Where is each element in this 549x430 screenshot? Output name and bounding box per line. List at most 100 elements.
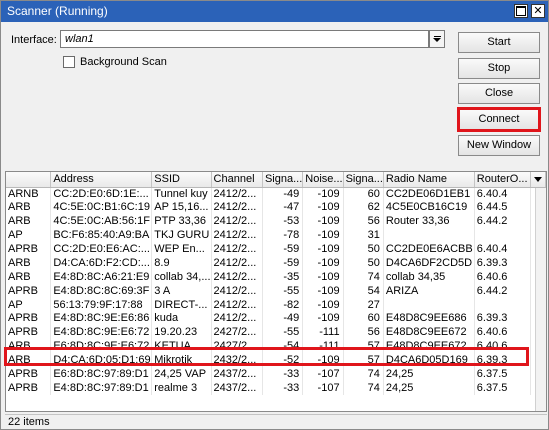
table-cell: ARIZA	[383, 284, 475, 299]
column-header[interactable]: Signa...	[262, 172, 304, 188]
table-header: Address SSID Channel Signa... Noise... Signa.…	[6, 172, 546, 188]
table-cell: 6.40.4	[474, 242, 531, 257]
table-cell: D4CA6D05D169	[383, 353, 475, 368]
table-row[interactable]: ARB E6:8D:8C:9E:E6:72 KETUA 2427/2... -54 -11…	[6, 339, 546, 354]
maximize-icon[interactable]	[514, 4, 528, 18]
table-cell: 60	[343, 312, 384, 326]
table-cell: -49	[262, 312, 304, 326]
table-cell	[474, 228, 531, 243]
table-cell: Mikrotik	[151, 353, 212, 368]
column-header[interactable]: RouterO...	[474, 172, 531, 188]
table-cell: D4CA6DF2CD5D	[383, 256, 475, 271]
table-cell: APRB	[6, 367, 52, 382]
table-row[interactable]: ARB D4:CA:6D:F2:CD:... 8.9 2412/2... -59 -109…	[6, 256, 546, 271]
table-row[interactable]: APRB E6:8D:8C:97:89:D1 24,25 VAP 2437/2... -…	[6, 367, 546, 382]
vertical-scrollbar[interactable]	[535, 188, 546, 411]
table-cell: E4:8D:8C:97:89:D1	[50, 381, 153, 396]
table-cell: E4:8D:8C:9E:E6:72	[50, 325, 153, 340]
table-cell: 74	[343, 381, 384, 396]
table-cell: 2432/2...	[211, 353, 263, 368]
table-row[interactable]: APRB CC:2D:E0:E6:AC:... WEP En... 2412/2...…	[6, 242, 546, 257]
column-header[interactable]: Radio Name	[383, 172, 475, 188]
table-row[interactable]: APRB E4:8D:8C:97:89:D1 realme 3 2437/2... -3…	[6, 381, 546, 396]
title-bar[interactable]: Scanner (Running) ✕	[1, 1, 548, 22]
table-row[interactable]: APRB E4:8D:8C:8C:69:3F 3 A 2412/2... -55 -109…	[6, 284, 546, 299]
table-cell: 2427/2...	[211, 325, 263, 340]
table-cell: 6.39.3	[474, 353, 531, 368]
column-header[interactable]: Noise...	[302, 172, 344, 188]
table-cell: 74	[343, 367, 384, 382]
column-menu-icon[interactable]	[530, 172, 546, 188]
table-cell: 74	[343, 270, 384, 285]
table-cell: 4C5E0CB16C19	[383, 200, 475, 215]
interface-dropdown-icon[interactable]	[429, 30, 445, 48]
table-row[interactable]: AP 56:13:79:9F:17:88 DIRECT-... 2412/2... -8…	[6, 298, 546, 313]
column-header[interactable]: Signa...	[343, 172, 384, 188]
table-cell	[474, 298, 531, 313]
background-scan-checkbox[interactable]	[63, 56, 75, 68]
interface-select[interactable]: wlan1	[60, 30, 429, 48]
table-cell: 2412/2...	[211, 187, 263, 201]
table-cell: -107	[302, 381, 344, 396]
table-cell: 24,25	[383, 367, 475, 382]
stop-button[interactable]: Stop	[458, 58, 540, 79]
table-cell: 62	[343, 200, 384, 215]
table-cell: kuda	[151, 312, 212, 326]
table-cell: APRB	[6, 312, 52, 326]
table-cell: E48D8C9EE686	[383, 312, 475, 326]
table-cell: collab 34,...	[151, 270, 212, 285]
table-cell: 3 A	[151, 284, 212, 299]
table-row[interactable]: ARB 4C:5E:0C:B1:6C:19 AP 15,16... 2412/2...…	[6, 200, 546, 215]
table-row[interactable]: ARNB CC:2D:E0:6D:1E:... Tunnel kuy 2412/2..…	[6, 187, 546, 201]
table-cell: ARB	[6, 270, 52, 285]
table-cell: -52	[262, 353, 304, 368]
table-cell: AP 15,16...	[151, 200, 212, 215]
table-cell: 50	[343, 242, 384, 257]
table-cell: E6:8D:8C:97:89:D1	[50, 367, 153, 382]
column-header[interactable]	[6, 172, 52, 188]
table-cell: 6.44.5	[474, 200, 531, 215]
table-cell: 6.40.4	[474, 187, 531, 201]
table-cell: -55	[262, 284, 304, 299]
table-cell: APRB	[6, 381, 52, 396]
status-bar: 22 items	[5, 414, 547, 429]
table-cell: WEP En...	[151, 242, 212, 257]
table-cell: -111	[302, 339, 344, 354]
table-cell	[383, 228, 475, 243]
table-row[interactable]: ARB D4:CA:6D:05:D1:69 Mikrotik 2432/2... -52…	[6, 353, 546, 368]
table-cell: 6.44.2	[474, 284, 531, 299]
table-cell: -49	[262, 187, 304, 201]
close-window-icon[interactable]: ✕	[531, 4, 545, 18]
table-cell: 2437/2...	[211, 381, 263, 396]
table-cell: 50	[343, 256, 384, 271]
table-cell: 2412/2...	[211, 298, 263, 313]
table-cell: 56	[343, 214, 384, 229]
table-cell: 6.44.2	[474, 214, 531, 229]
table-cell: 56:13:79:9F:17:88	[50, 298, 153, 313]
table-cell: E4:8D:8C:A6:21:E9	[50, 270, 153, 285]
table-cell: -47	[262, 200, 304, 215]
new-window-button[interactable]: New Window	[458, 135, 540, 156]
column-header[interactable]: Channel	[211, 172, 263, 188]
table-row[interactable]: AP BC:F6:85:40:A9:BA TKJ GURU 2412/2... -78-…	[6, 228, 546, 243]
scan-results-table: Address SSID Channel Signa... Noise... Signa.…	[5, 171, 547, 412]
column-header[interactable]: Address	[50, 172, 153, 188]
table-cell: -33	[262, 367, 304, 382]
table-cell: 2437/2...	[211, 367, 263, 382]
table-cell: 6.37.5	[474, 381, 531, 396]
connect-button[interactable]: Connect	[458, 109, 540, 130]
column-header[interactable]: SSID	[151, 172, 212, 188]
table-row[interactable]: ARB 4C:5E:0C:AB:56:1F PTP 33,36 2412/2... -5…	[6, 214, 546, 229]
table-cell: E48D8C9EE672	[383, 325, 475, 340]
table-row[interactable]: APRB E4:8D:8C:9E:E6:86 kuda 2412/2... -49 -10…	[6, 312, 546, 326]
table-cell: 4C:5E:0C:AB:56:1F	[50, 214, 153, 229]
table-cell: 6.40.6	[474, 339, 531, 354]
table-cell: E6:8D:8C:9E:E6:72	[50, 339, 153, 354]
close-button[interactable]: Close	[458, 83, 540, 104]
table-row[interactable]: ARB E4:8D:8C:A6:21:E9 collab 34,... 2412/2.…	[6, 270, 546, 285]
table-cell: 2412/2...	[211, 284, 263, 299]
table-cell: D4:CA:6D:05:D1:69	[50, 353, 153, 368]
table-row[interactable]: APRB E4:8D:8C:9E:E6:72 19.20.23 2427/2... -5…	[6, 325, 546, 340]
table-cell: 6.37.5	[474, 367, 531, 382]
start-button[interactable]: Start	[458, 32, 540, 53]
